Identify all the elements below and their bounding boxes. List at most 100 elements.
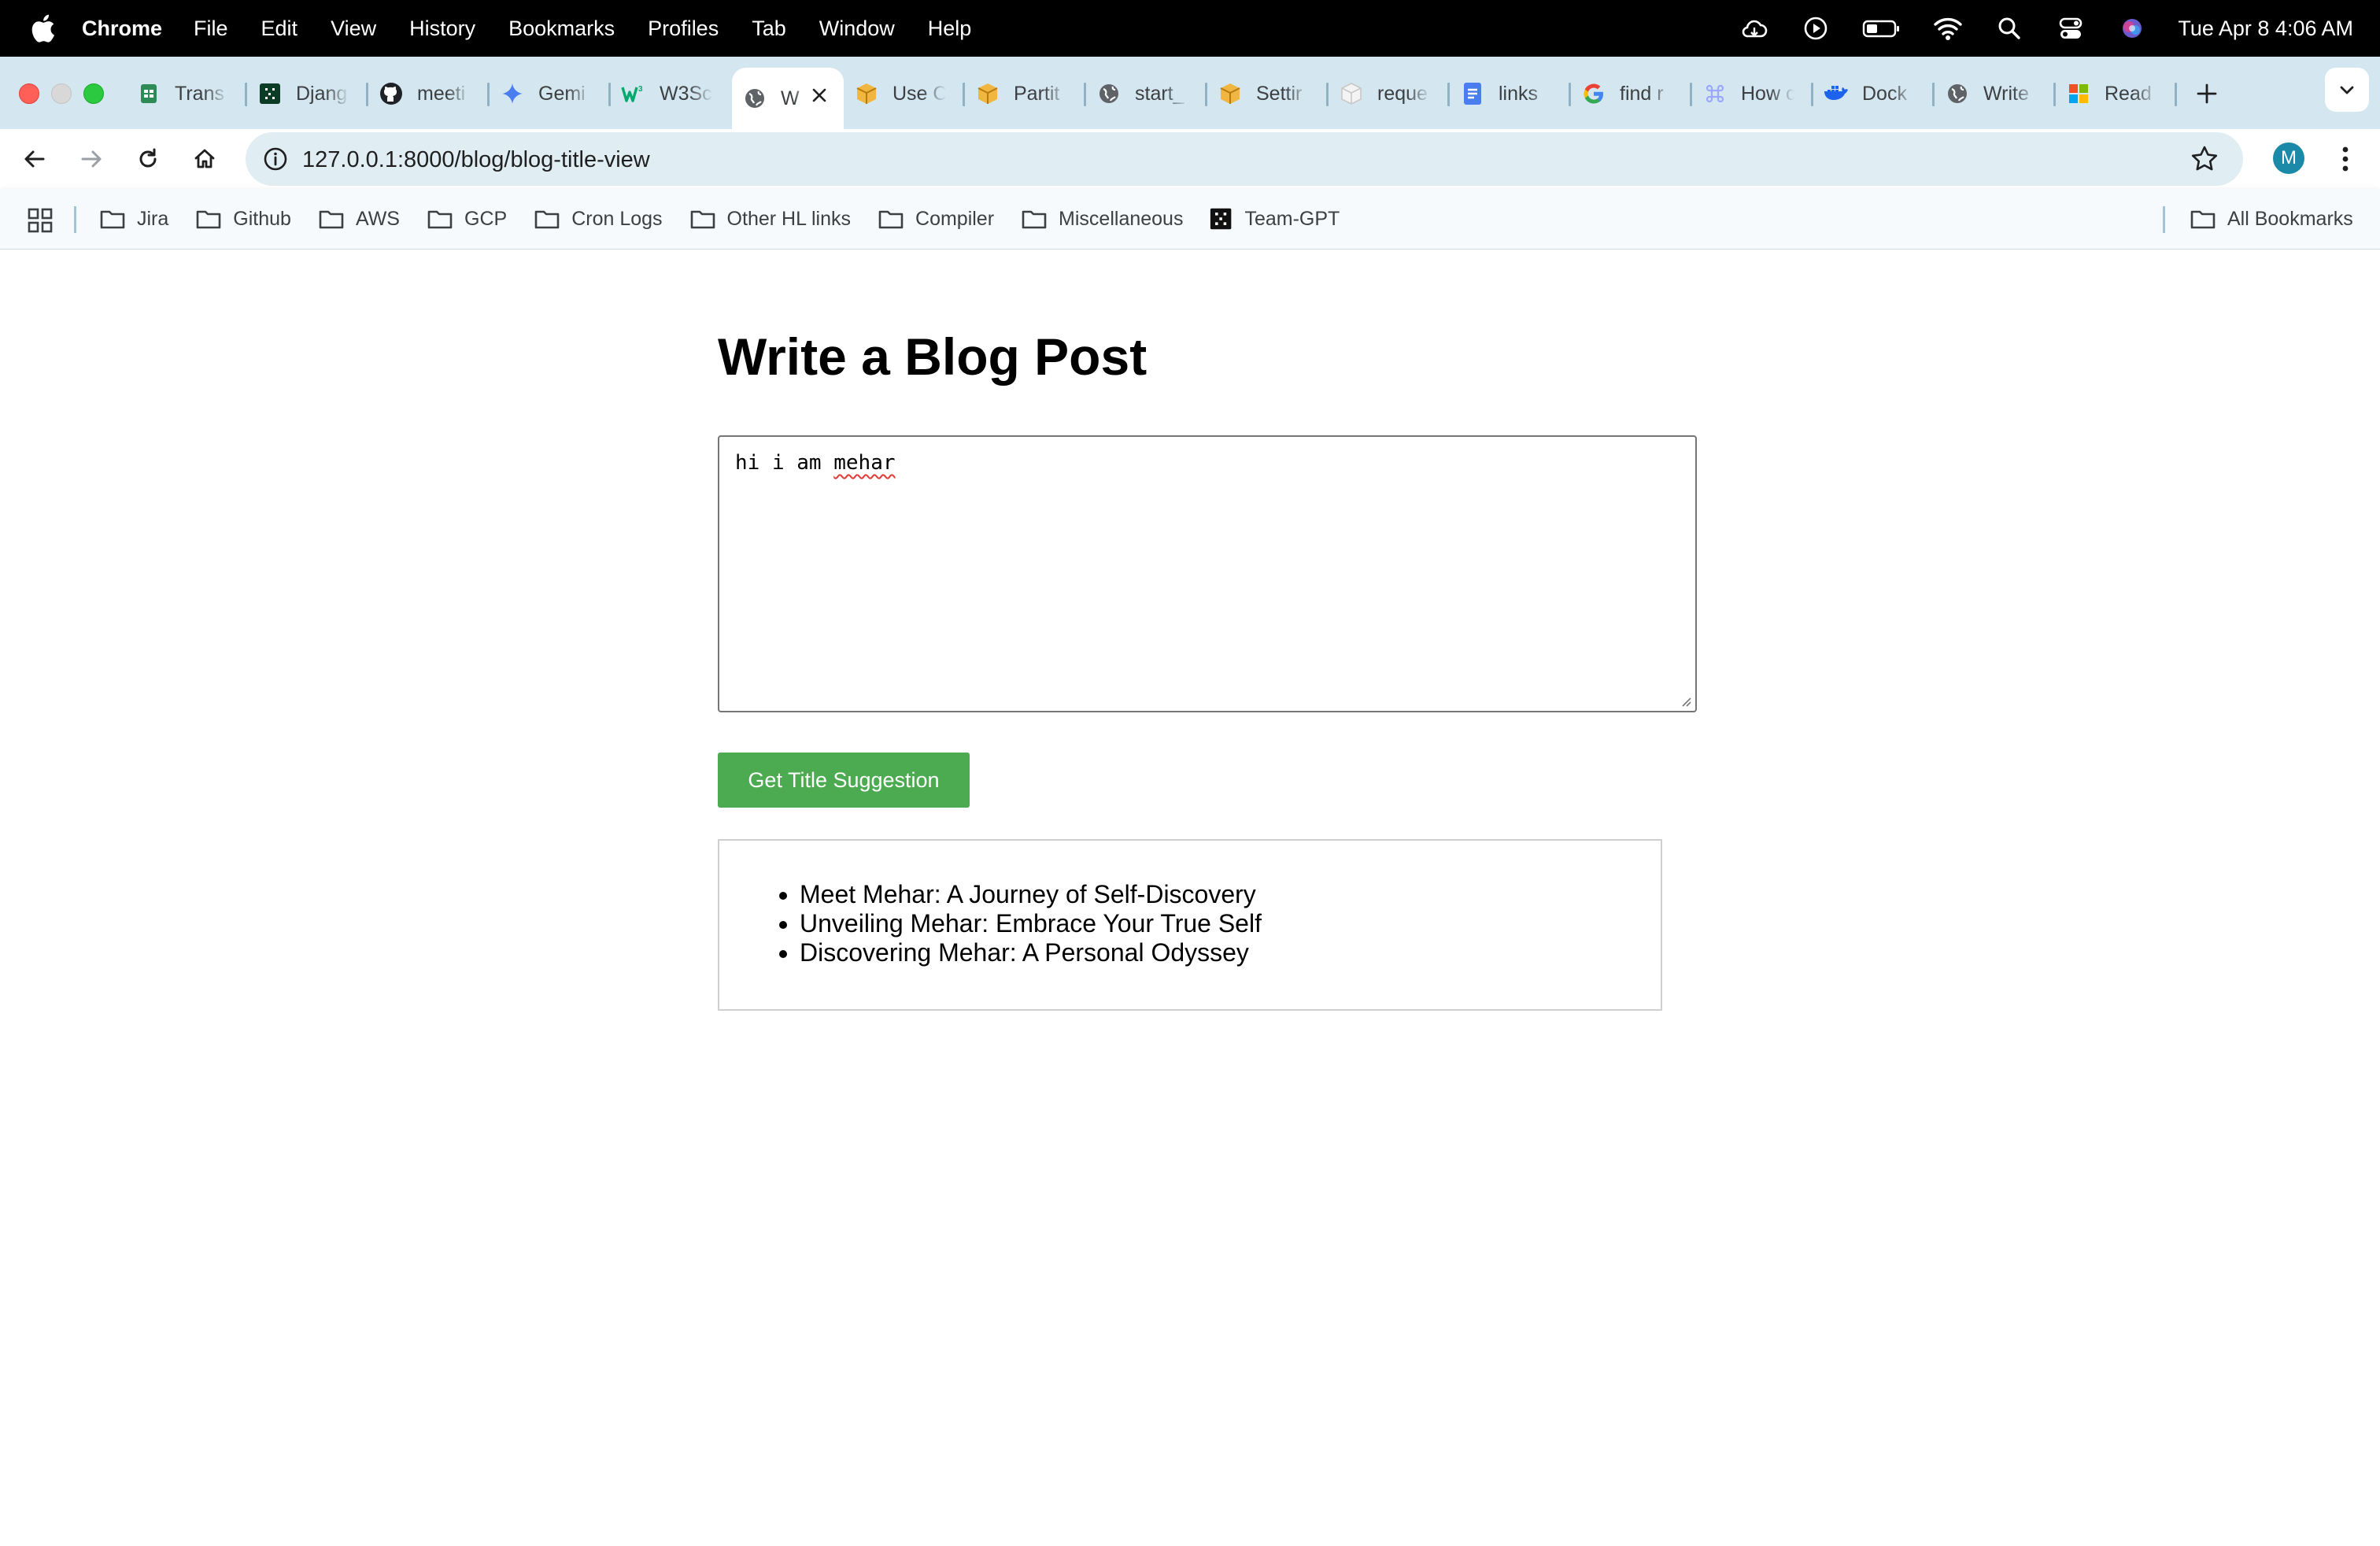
bookmark-folder-cron-logs[interactable]: Cron Logs	[534, 189, 663, 249]
bookmark-folder-aws[interactable]: AWS	[318, 189, 400, 249]
list-item: Meet Mehar: A Journey of Self-Discovery	[800, 880, 1262, 909]
tab-close-icon[interactable]	[808, 83, 831, 107]
arrow-left-icon	[24, 150, 45, 168]
tab-6[interactable]: Use C	[844, 68, 965, 120]
tab-4[interactable]: 3 W3Sc	[611, 68, 732, 120]
blog-post-textarea[interactable]: hi i am mehar	[718, 435, 1697, 712]
bookmark-star-icon[interactable]	[2190, 144, 2219, 174]
menubar-clock[interactable]: Tue Apr 8 4:06 AM	[2178, 17, 2353, 41]
tab-14[interactable]: Dock	[1813, 68, 1935, 120]
tab-3[interactable]: Gemi	[490, 68, 611, 120]
new-tab-button[interactable]	[2185, 72, 2229, 116]
bookmark-label: AWS	[355, 207, 400, 230]
profile-avatar[interactable]: M	[2273, 142, 2304, 174]
address-bar[interactable]: 127.0.0.1:8000/blog/blog-title-view	[246, 132, 2243, 186]
tab-13[interactable]: How c	[1692, 68, 1813, 120]
tab-title: Write	[1983, 82, 2029, 105]
battery-icon[interactable]	[1861, 13, 1902, 44]
bookmark-folder-jira[interactable]: Jira	[99, 189, 168, 249]
home-icon	[194, 149, 215, 168]
tab-1[interactable]: Djang	[247, 68, 368, 120]
window-zoom-button[interactable]	[83, 83, 104, 104]
chevron-down-icon	[2340, 86, 2354, 94]
tab-title: reque	[1377, 82, 1428, 105]
reload-button[interactable]	[129, 140, 167, 178]
url-host: 127.0.0.1	[302, 147, 397, 172]
cloud-sync-icon[interactable]	[1739, 13, 1770, 44]
home-button[interactable]	[186, 140, 224, 178]
tab-title: Read	[2105, 82, 2152, 105]
github-icon	[378, 80, 405, 107]
tab-0[interactable]: Trans	[126, 68, 247, 120]
menu-app-name[interactable]: Chrome	[82, 17, 162, 41]
bookmark-folder-compiler[interactable]: Compiler	[878, 189, 994, 249]
bookmarks-divider	[74, 206, 76, 233]
tab-title: Partit	[1014, 82, 1060, 105]
apps-grid-icon[interactable]	[27, 207, 54, 234]
all-bookmarks-button[interactable]: All Bookmarks	[2190, 189, 2353, 249]
menu-file[interactable]: File	[194, 17, 228, 41]
tab-title: meeti	[417, 82, 466, 105]
bookmark-label: Team-GPT	[1244, 207, 1340, 230]
svg-text:3: 3	[638, 85, 643, 94]
microsoft-icon	[2065, 80, 2092, 107]
bookmark-team-gpt[interactable]: Team-GPT	[1210, 189, 1340, 249]
back-button[interactable]	[16, 140, 54, 178]
wifi-icon[interactable]	[1932, 13, 1964, 44]
folder-icon	[196, 210, 221, 229]
box-icon	[974, 80, 1001, 107]
menu-help[interactable]: Help	[928, 17, 972, 41]
url-path: :8000/blog/blog-title-view	[397, 147, 650, 172]
menu-history[interactable]: History	[409, 17, 475, 41]
title-suggestions-box: Meet Mehar: A Journey of Self-Discovery …	[718, 839, 1662, 1011]
menu-profiles[interactable]: Profiles	[648, 17, 719, 41]
tab-search-button[interactable]	[2325, 68, 2369, 112]
bookmark-folder-other-hl-links[interactable]: Other HL links	[689, 189, 851, 249]
tab-title: Settir	[1256, 82, 1303, 105]
control-center-icon[interactable]	[2055, 13, 2086, 44]
menu-edit[interactable]: Edit	[261, 17, 298, 41]
bookmark-folder-miscellaneous[interactable]: Miscellaneous	[1021, 189, 1183, 249]
forward-button[interactable]	[72, 140, 110, 178]
bookmark-label: Compiler	[915, 207, 995, 230]
tab-8[interactable]: start_	[1086, 68, 1207, 120]
window-minimize-button[interactable]	[51, 83, 72, 104]
page-title: Write a Blog Post	[718, 327, 1148, 386]
tab-title: Use C	[893, 82, 946, 105]
address-url[interactable]: 127.0.0.1:8000/blog/blog-title-view	[302, 147, 650, 173]
menu-window[interactable]: Window	[819, 17, 895, 41]
folder-icon	[534, 210, 560, 229]
tab-16[interactable]: Read	[2056, 68, 2177, 120]
tab-12[interactable]: find r	[1571, 68, 1692, 120]
folder-icon	[690, 210, 715, 229]
apple-logo-icon[interactable]	[30, 13, 55, 43]
bookmark-folder-github[interactable]: Github	[195, 189, 291, 249]
all-bookmarks-label: All Bookmarks	[2227, 207, 2353, 230]
get-title-suggestion-button[interactable]: Get Title Suggestion	[718, 753, 970, 808]
siri-icon[interactable]	[2116, 13, 2148, 44]
spotlight-search-icon[interactable]	[1994, 13, 2025, 44]
folder-icon	[319, 210, 344, 229]
tab-11[interactable]: links	[1450, 68, 1571, 120]
tab-7[interactable]: Partit	[965, 68, 1086, 120]
resize-handle-icon[interactable]	[1678, 693, 1692, 708]
docker-icon	[1823, 80, 1850, 107]
play-icon[interactable]	[1800, 13, 1831, 44]
tab-15[interactable]: Write	[1935, 68, 2056, 120]
kebab-menu-icon[interactable]	[2331, 142, 2360, 176]
box-icon	[1217, 80, 1244, 107]
tab-9[interactable]: Settir	[1207, 68, 1329, 120]
bookmark-folder-gcp[interactable]: GCP	[427, 189, 507, 249]
site-info-icon[interactable]	[261, 145, 290, 173]
window-close-button[interactable]	[19, 83, 39, 104]
menu-tab[interactable]: Tab	[752, 17, 786, 41]
team-gpt-icon	[1210, 208, 1232, 230]
folder-icon	[2190, 210, 2216, 229]
tab-title: start_	[1135, 82, 1184, 105]
menu-view[interactable]: View	[331, 17, 376, 41]
menu-bookmarks[interactable]: Bookmarks	[508, 17, 615, 41]
tab-2[interactable]: meeti	[368, 68, 490, 120]
tab-10[interactable]: reque	[1329, 68, 1450, 120]
tab-active[interactable]: W	[732, 68, 844, 129]
docs-icon	[1459, 80, 1486, 107]
